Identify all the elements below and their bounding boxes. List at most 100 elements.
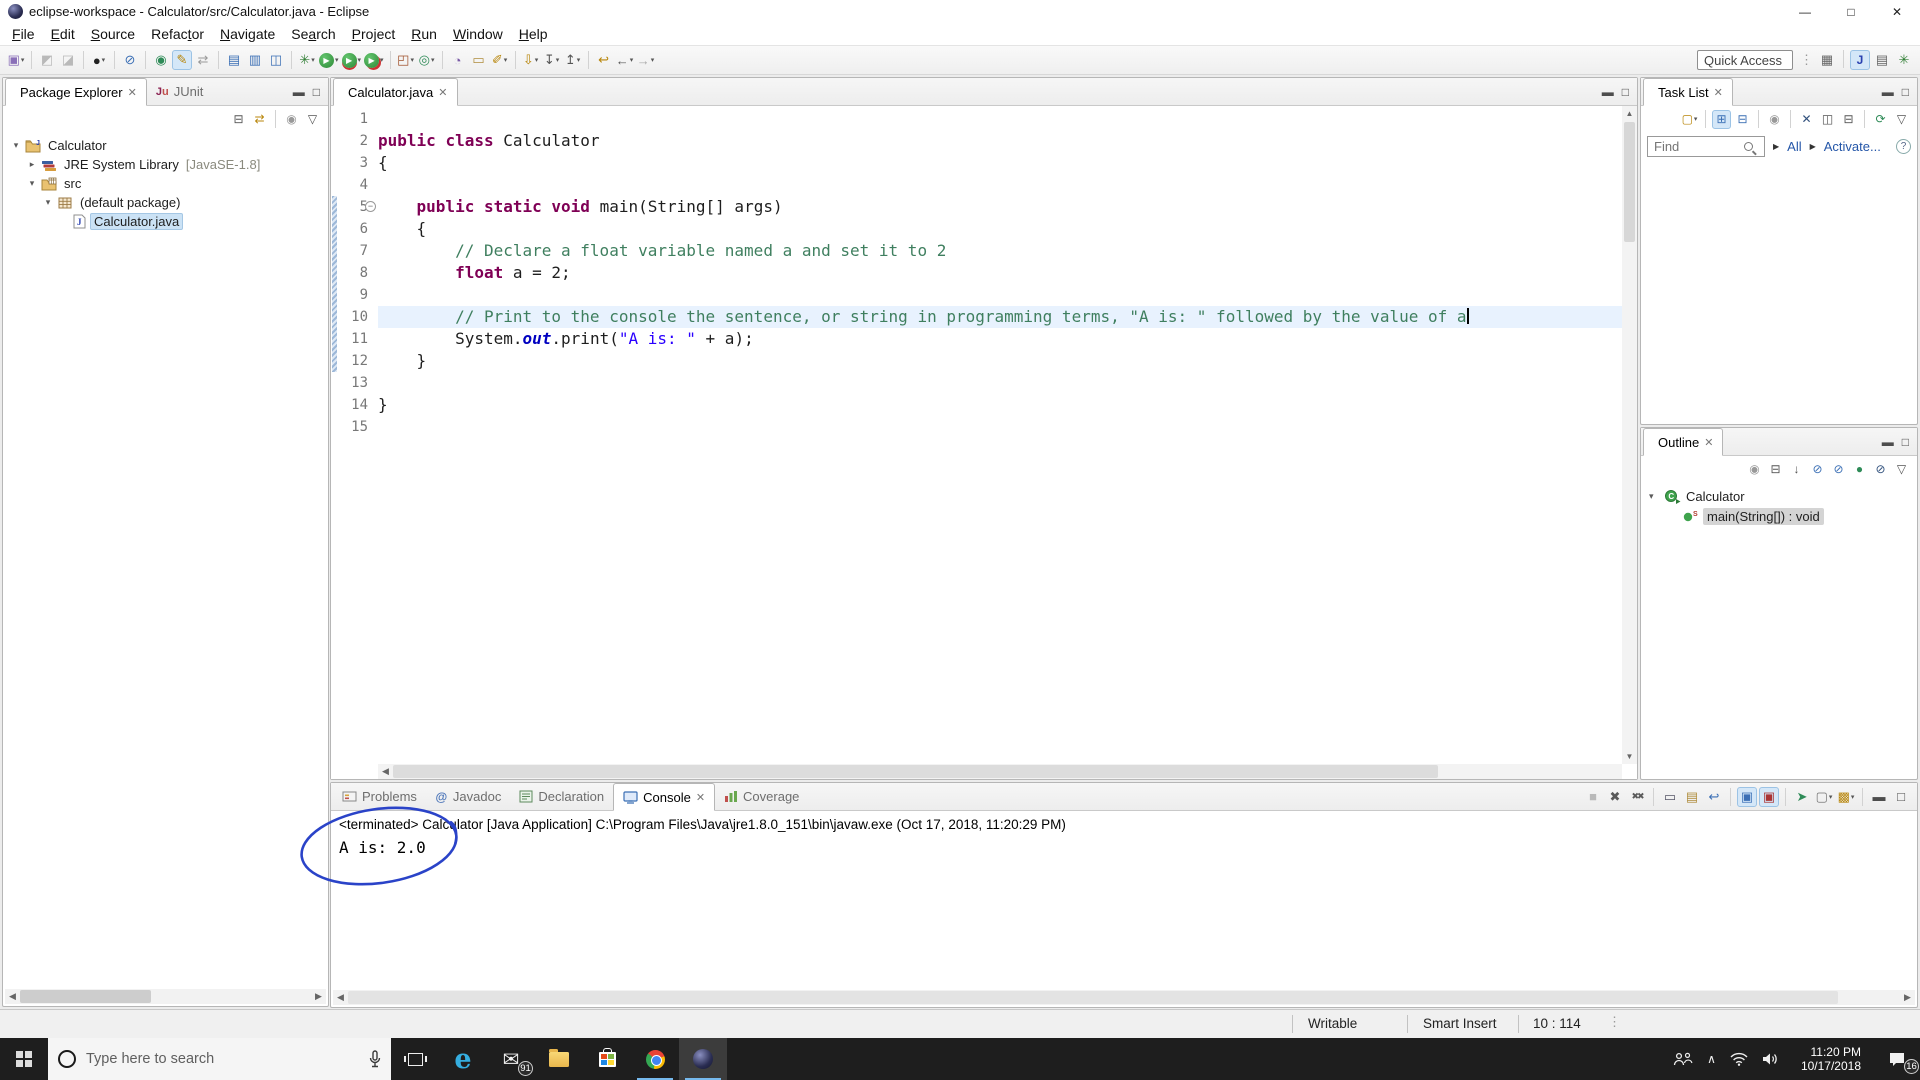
link-editor-small-button[interactable]: ⇄ <box>193 50 213 70</box>
outline-item-main-string-void[interactable]: Smain(String[]) : void <box>1645 506 1917 526</box>
maximize-button[interactable]: □ <box>1828 0 1874 23</box>
tab-calculator-java[interactable]: Calculator.java ✕ <box>333 78 458 106</box>
code-line-8[interactable]: float a = 2; <box>378 262 1622 284</box>
sort-button[interactable]: ↓ <box>1787 460 1806 479</box>
show-stdout-button[interactable]: ▣ <box>1737 786 1757 807</box>
scroll-right-icon[interactable]: ▶ <box>1900 992 1915 1003</box>
last-edit-location-button[interactable]: ⇩ ▾ <box>521 50 541 70</box>
start-button[interactable] <box>0 1038 48 1080</box>
editor-code[interactable]: public class Calculator{ public static v… <box>378 106 1622 764</box>
hide-fields-button[interactable]: ⊘ <box>1808 460 1827 479</box>
close-tab-icon[interactable]: ✕ <box>1704 436 1713 449</box>
close-button[interactable]: ✕ <box>1874 0 1920 23</box>
code-line-10[interactable]: // Print to the console the sentence, or… <box>378 306 1622 328</box>
run-button[interactable]: ▶ ▾ <box>318 50 340 70</box>
expander-open-icon[interactable]: ▾ <box>11 140 21 151</box>
tab-coverage[interactable]: Coverage <box>715 783 808 810</box>
maximize-view-icon[interactable]: □ <box>1902 85 1909 99</box>
annotate-button[interactable]: ✐ ▾ <box>490 50 510 70</box>
editor-vscrollbar[interactable]: ▲ ▼ <box>1622 106 1637 764</box>
new-task-button[interactable]: ▢ ▾ <box>1680 110 1699 129</box>
scroll-up-icon[interactable]: ▲ <box>1622 106 1637 121</box>
maximize-view-icon[interactable]: □ <box>1622 85 1629 99</box>
scheduled-button[interactable]: ⊟ <box>1733 110 1752 129</box>
task-view-button[interactable] <box>391 1038 439 1080</box>
eclipse-button[interactable] <box>679 1038 727 1080</box>
new-web-wizard-button[interactable]: ◎ ▾ <box>417 50 437 70</box>
menu-file[interactable]: File <box>4 24 43 44</box>
tree-item-src[interactable]: ▾ src <box>3 174 328 193</box>
scroll-right-icon[interactable]: ▶ <box>311 991 326 1002</box>
minimize-button[interactable]: — <box>1782 0 1828 23</box>
scroll-left-icon[interactable]: ◀ <box>333 992 348 1003</box>
tree-item-jre-system-library[interactable]: ▸ JRE System Library [JavaSE-1.8] <box>3 155 328 174</box>
menu-source[interactable]: Source <box>83 24 143 44</box>
code-line-1[interactable] <box>378 108 1622 130</box>
quick-access-box[interactable]: Quick Access <box>1697 50 1793 70</box>
microphone-icon[interactable] <box>369 1050 381 1068</box>
fold-collapse-icon[interactable]: − <box>365 201 376 212</box>
chrome-button[interactable] <box>631 1038 679 1080</box>
coverage-button[interactable]: ▶ ▾ <box>341 50 363 70</box>
wifi-button[interactable] <box>1723 1038 1755 1080</box>
hide-non-public-button[interactable]: ● <box>1850 460 1869 479</box>
clear-console-button[interactable]: ▭ <box>1660 787 1680 807</box>
expander-open-icon[interactable]: ▾ <box>43 197 53 208</box>
hide-local-types-button[interactable]: ⊘ <box>1871 460 1890 479</box>
close-tab-icon[interactable]: ✕ <box>438 86 447 99</box>
open-package-button[interactable]: ▥ <box>245 50 265 70</box>
view-menu-button[interactable]: ▽ <box>1892 460 1911 479</box>
tab-problems[interactable]: Problems <box>333 783 426 810</box>
menu-help[interactable]: Help <box>511 24 556 44</box>
taskbar-search-box[interactable]: Type here to search <box>48 1038 391 1080</box>
close-tab-icon[interactable]: ✕ <box>128 86 137 99</box>
skip-breakpoints-button[interactable]: ⊘ <box>120 50 140 70</box>
remove-all-launches-button[interactable]: ✖✖ <box>1627 787 1647 807</box>
debug-button[interactable]: ✳ ▾ <box>297 50 317 70</box>
code-line-2[interactable]: public class Calculator <box>378 130 1622 152</box>
menu-window[interactable]: Window <box>445 24 511 44</box>
show-stderr-button[interactable]: ▣ <box>1759 786 1779 807</box>
scroll-left-icon[interactable]: ◀ <box>5 991 20 1002</box>
activate-expander-icon[interactable]: ▶ <box>1810 142 1816 151</box>
maximize-view-button[interactable]: □ <box>1891 787 1911 807</box>
open-console-button[interactable]: ▩ ▾ <box>1836 787 1856 807</box>
back-button[interactable]: ← ▾ <box>615 50 635 70</box>
back-to-last-button[interactable]: ↩ <box>594 50 614 70</box>
save-button[interactable]: ◩ <box>37 50 57 70</box>
tree-item-calculator[interactable]: ▾ J Calculator <box>3 136 328 155</box>
scroll-down-icon[interactable]: ▼ <box>1622 749 1637 764</box>
open-perspective-button[interactable]: ▦ <box>1817 50 1837 70</box>
menu-navigate[interactable]: Navigate <box>212 24 283 44</box>
categorized-button[interactable]: ⊞ <box>1712 109 1731 129</box>
remove-launch-button[interactable]: ✖ <box>1605 787 1625 807</box>
menu-run[interactable]: Run <box>403 24 445 44</box>
checkout-button[interactable]: ▭ <box>469 50 489 70</box>
mark-occurrences-button[interactable]: ✎ <box>172 50 192 70</box>
code-line-3[interactable]: { <box>378 152 1622 174</box>
view-menu-button[interactable]: ▽ <box>1892 110 1911 129</box>
record-ui-button[interactable]: ◉ <box>151 50 171 70</box>
minimize-view-icon[interactable]: ▬ <box>293 85 305 99</box>
activate-link[interactable]: Activate... <box>1824 139 1881 154</box>
tree-item--default-package-[interactable]: ▾ (default package) <box>3 193 328 212</box>
forward-button[interactable]: → ▾ <box>636 50 656 70</box>
store-button[interactable] <box>583 1038 631 1080</box>
mail-button[interactable]: ✉ 91 <box>487 1038 535 1080</box>
show-view-button[interactable]: ◫ <box>266 50 286 70</box>
package-explorer-hscrollbar[interactable]: ◀ ▶ <box>5 989 326 1004</box>
maximize-view-icon[interactable]: □ <box>1902 435 1909 449</box>
open-type-button[interactable]: ▤ <box>224 50 244 70</box>
minimize-view-icon[interactable]: ▬ <box>1602 85 1614 99</box>
synchronize-button[interactable]: ⟳ <box>1871 110 1890 129</box>
open-task-button[interactable]: ◔ <box>448 50 468 70</box>
user-account-button[interactable]: ● ▾ <box>89 50 109 70</box>
java-perspective-button[interactable]: J <box>1850 50 1870 70</box>
javaee-perspective-button[interactable]: ▤ <box>1872 50 1892 70</box>
scroll-left-icon[interactable]: ◀ <box>378 766 393 777</box>
terminate-button[interactable]: ■ <box>1583 787 1603 807</box>
code-line-12[interactable]: } <box>378 350 1622 372</box>
code-line-13[interactable] <box>378 372 1622 394</box>
tab-package-explorer[interactable]: Package Explorer ✕ <box>5 78 147 106</box>
group-elements-button[interactable]: ◫ <box>1818 110 1837 129</box>
